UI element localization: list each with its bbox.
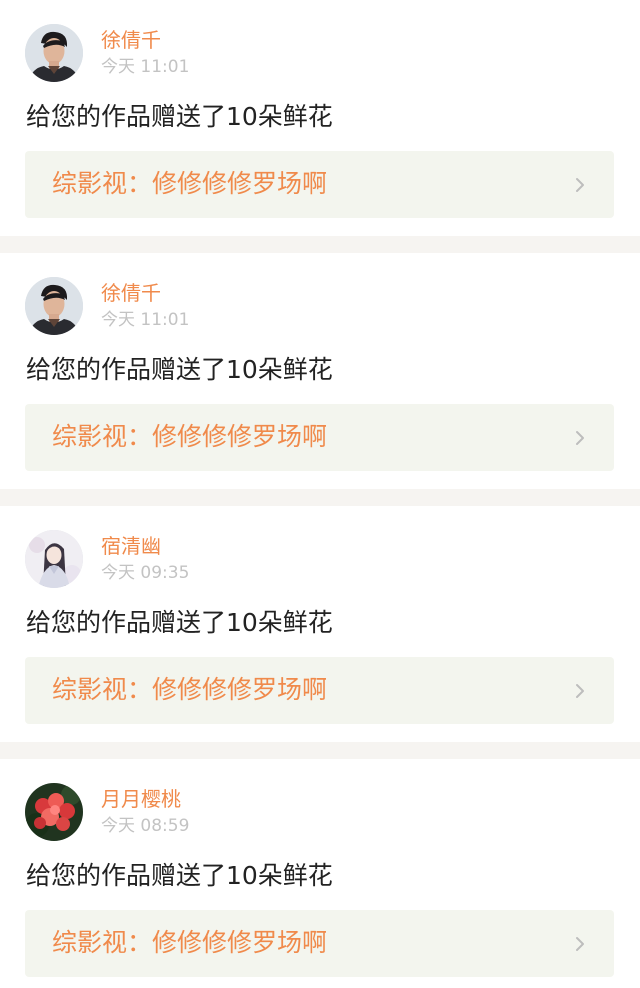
man-portrait-avatar-icon — [25, 277, 83, 335]
illustrated-girl-avatar-icon — [25, 530, 83, 588]
notification-card: 徐倩千 今天 11:01 给您的作品赠送了10朵鲜花 综影视：修修修修罗场啊 — [0, 253, 640, 489]
chevron-right-icon — [575, 683, 586, 699]
work-link-card[interactable]: 综影视：修修修修罗场啊 — [25, 151, 614, 218]
work-title: 综影视：修修修修罗场啊 — [52, 422, 328, 451]
card-separator — [0, 236, 640, 253]
timestamp: 今天 11:01 — [101, 310, 190, 330]
work-link-card[interactable]: 综影视：修修修修罗场啊 — [25, 910, 614, 977]
user-avatar[interactable] — [25, 783, 83, 841]
man-portrait-avatar-icon — [25, 24, 83, 82]
username[interactable]: 宿清幽 — [101, 534, 161, 558]
gift-message: 给您的作品赠送了10朵鲜花 — [26, 608, 333, 637]
notification-card: 宿清幽 今天 09:35 给您的作品赠送了10朵鲜花 综影视：修修修修罗场啊 — [0, 506, 640, 742]
red-flower-avatar-icon — [25, 783, 83, 841]
notification-card: 徐倩千 今天 11:01 给您的作品赠送了10朵鲜花 综影视：修修修修罗场啊 — [0, 0, 640, 236]
card-separator — [0, 489, 640, 506]
username[interactable]: 徐倩千 — [101, 28, 161, 52]
chevron-right-icon — [575, 936, 586, 952]
chevron-right-icon — [575, 177, 586, 193]
work-title: 综影视：修修修修罗场啊 — [52, 169, 328, 198]
user-avatar[interactable] — [25, 24, 83, 82]
notification-card: 月月樱桃 今天 08:59 给您的作品赠送了10朵鲜花 综影视：修修修修罗场啊 — [0, 759, 640, 988]
work-title: 综影视：修修修修罗场啊 — [52, 928, 328, 957]
timestamp: 今天 09:35 — [101, 563, 190, 583]
username[interactable]: 月月樱桃 — [101, 787, 181, 811]
gift-message: 给您的作品赠送了10朵鲜花 — [26, 355, 333, 384]
gift-message: 给您的作品赠送了10朵鲜花 — [26, 861, 333, 890]
work-link-card[interactable]: 综影视：修修修修罗场啊 — [25, 404, 614, 471]
username[interactable]: 徐倩千 — [101, 281, 161, 305]
timestamp: 今天 08:59 — [101, 816, 190, 836]
timestamp: 今天 11:01 — [101, 57, 190, 77]
notification-feed: 徐倩千 今天 11:01 给您的作品赠送了10朵鲜花 综影视：修修修修罗场啊 徐… — [0, 0, 640, 988]
gift-message: 给您的作品赠送了10朵鲜花 — [26, 102, 333, 131]
work-link-card[interactable]: 综影视：修修修修罗场啊 — [25, 657, 614, 724]
gift-notifications-screen: 徐倩千 今天 11:01 给您的作品赠送了10朵鲜花 综影视：修修修修罗场啊 徐… — [0, 0, 640, 988]
card-separator — [0, 742, 640, 759]
work-title: 综影视：修修修修罗场啊 — [52, 675, 328, 704]
chevron-right-icon — [575, 430, 586, 446]
user-avatar[interactable] — [25, 277, 83, 335]
user-avatar[interactable] — [25, 530, 83, 588]
